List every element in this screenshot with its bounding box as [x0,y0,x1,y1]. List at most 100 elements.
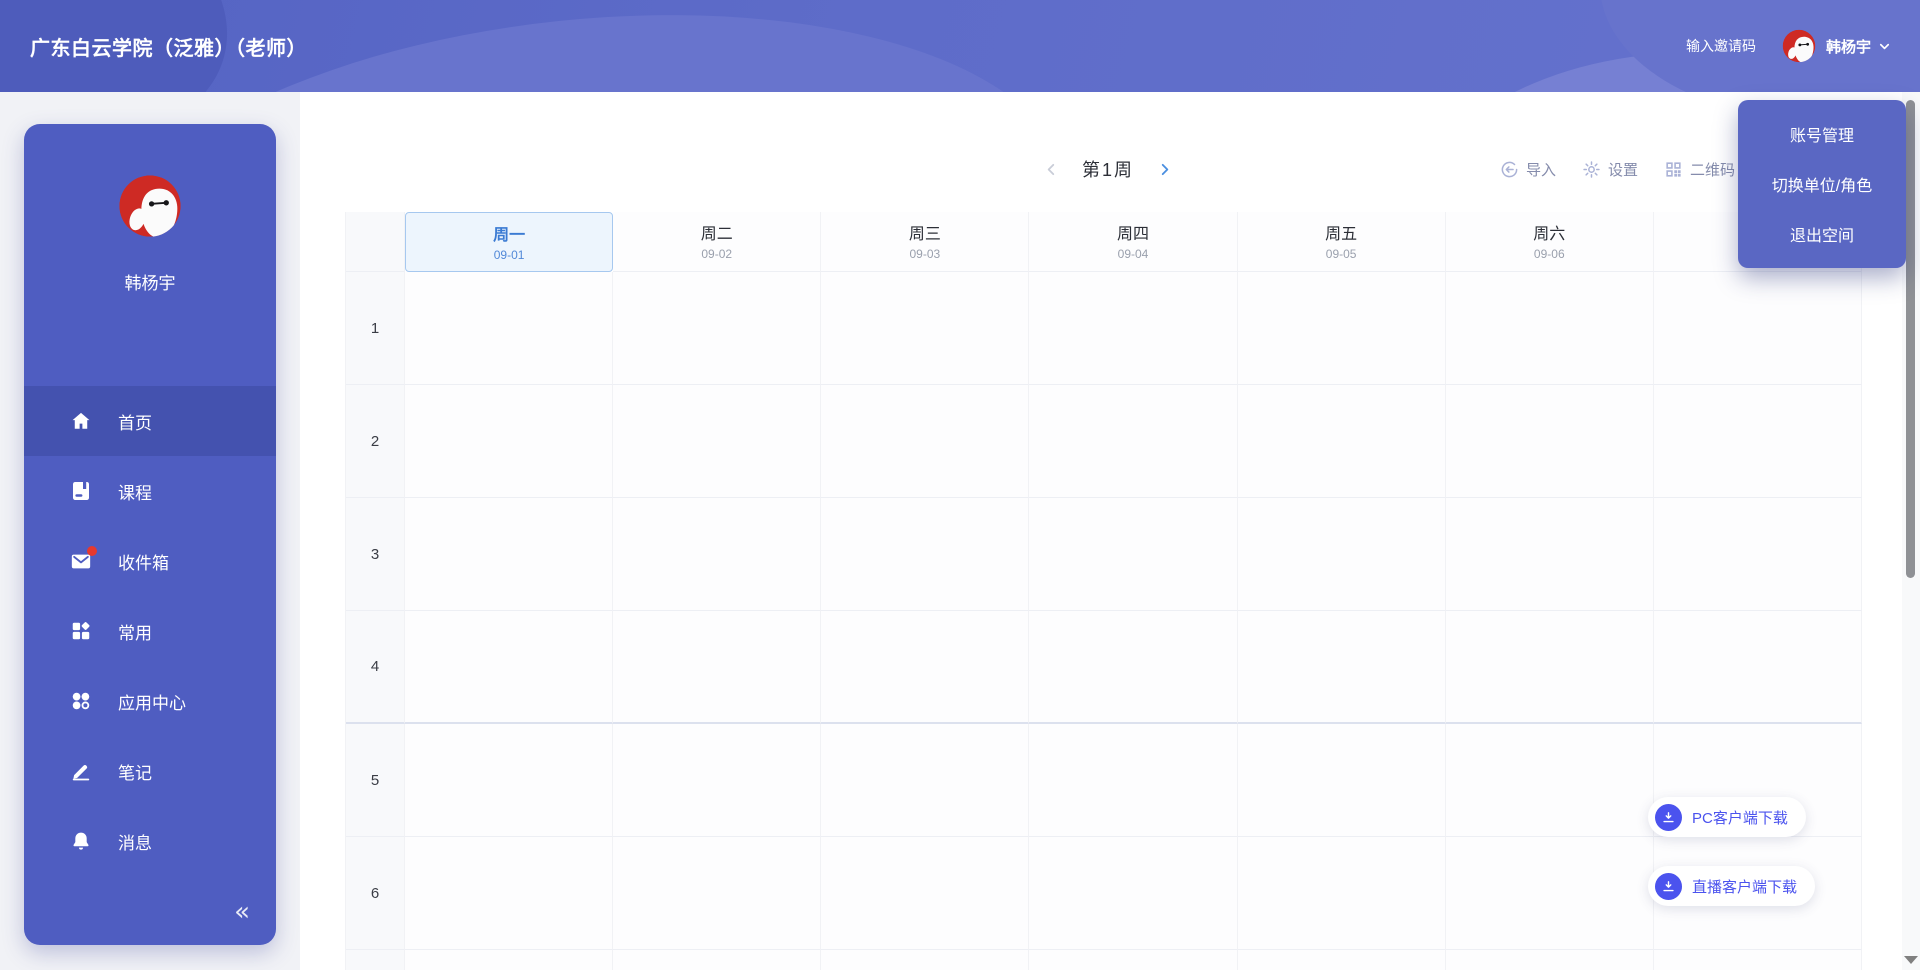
schedule-cell[interactable] [613,950,822,970]
qrcode-button[interactable]: 二维码 [1664,159,1735,180]
schedule-cell[interactable] [1445,498,1654,611]
schedule-cell[interactable] [1653,611,1862,724]
schedule-cell[interactable] [1029,498,1238,611]
schedule-cell[interactable] [1445,385,1654,498]
user-dropdown-menu: 账号管理 切换单位/角色 退出空间 [1738,100,1906,268]
schedule-cell[interactable] [1445,837,1654,950]
sidebar-item-inbox[interactable]: 收件箱 [24,526,276,596]
day-header-fri[interactable]: 周五 09-05 [1237,212,1446,272]
schedule-cell[interactable] [1029,385,1238,498]
period-number: 7 [346,950,405,970]
schedule-cell[interactable] [821,837,1030,950]
schedule-cell[interactable] [821,724,1030,837]
profile-avatar [118,174,182,238]
schedule-cell[interactable] [613,272,822,385]
download-icon [1655,803,1682,831]
day-header-tue[interactable]: 周二 09-02 [613,212,822,272]
day-header-wed[interactable]: 周三 09-03 [821,212,1030,272]
schedule-cell[interactable] [821,385,1030,498]
schedule-cell[interactable] [1029,272,1238,385]
schedule-cell[interactable] [1237,837,1446,950]
scrollbar-thumb[interactable] [1906,100,1915,578]
period-number: 2 [346,385,405,498]
schedule-cell[interactable] [1653,950,1862,970]
live-client-download-button[interactable]: 直播客户端下载 [1648,866,1816,906]
schedule-cell[interactable] [1029,950,1238,970]
frequent-icon [70,620,92,642]
sidebar-menu: 首页 课程 收件箱 常用 应用中心 笔记 消息 [24,386,276,876]
sidebar-item-label: 常用 [118,623,152,643]
schedule-cell[interactable] [1653,498,1862,611]
schedule-cell[interactable] [1445,611,1654,724]
sidebar-item-app-center[interactable]: 应用中心 [24,666,276,736]
notes-icon [70,760,92,782]
sidebar-collapse-button[interactable]: « [234,899,250,925]
schedule-cell[interactable] [613,724,822,837]
sidebar-item-courses[interactable]: 课程 [24,456,276,526]
invite-code-link[interactable]: 输入邀请码 [1686,36,1756,56]
sidebar-item-label: 首页 [118,413,152,433]
schedule-cell[interactable] [1445,950,1654,970]
sidebar-item-label: 应用中心 [118,693,186,713]
schedule-cell[interactable] [405,724,614,837]
settings-button[interactable]: 设置 [1582,159,1638,180]
schedule-cell[interactable] [613,837,822,950]
schedule-cell[interactable] [1029,611,1238,724]
schedule-cell[interactable] [405,950,614,970]
period-number: 1 [346,272,405,385]
schedule-cell[interactable] [821,611,1030,724]
schedule-toolbar: 导入 设置 二维码 [1500,148,1735,190]
menu-item-switch-unit-role[interactable]: 切换单位/角色 [1738,159,1906,209]
schedule-cell[interactable] [821,950,1030,970]
menu-item-account-management[interactable]: 账号管理 [1738,109,1906,159]
app-center-icon [70,690,92,712]
menu-item-exit-space[interactable]: 退出空间 [1738,209,1906,259]
username-label[interactable]: 韩杨宇 [1826,36,1871,57]
schedule-cell[interactable] [405,498,614,611]
schedule-cell[interactable] [1237,724,1446,837]
schedule-cell[interactable] [613,611,822,724]
chevron-down-icon[interactable] [1877,39,1892,54]
schedule-cell[interactable] [1237,611,1446,724]
next-week-button[interactable] [1156,161,1173,178]
schedule-cell[interactable] [1237,950,1446,970]
schedule-cell[interactable] [405,837,614,950]
schedule-cell[interactable] [1445,272,1654,385]
unread-badge [87,546,97,556]
sidebar-item-home[interactable]: 首页 [24,386,276,456]
scroll-down-arrow-icon[interactable] [1904,956,1918,964]
week-label: 第1周 [1081,160,1134,180]
period-number: 6 [346,837,405,950]
profile-card: 韩杨宇 [24,124,276,294]
sidebar-item-notes[interactable]: 笔记 [24,736,276,806]
schedule-cell[interactable] [821,498,1030,611]
import-button[interactable]: 导入 [1500,159,1556,180]
schedule-cell[interactable] [1445,724,1654,837]
day-header-mon[interactable]: 周一 09-01 [405,212,614,272]
grid-corner-cell [346,212,405,272]
sidebar-item-frequent[interactable]: 常用 [24,596,276,666]
schedule-cell[interactable] [1029,837,1238,950]
schedule-cell[interactable] [613,498,822,611]
day-header-sat[interactable]: 周六 09-06 [1445,212,1654,272]
pc-client-download-button[interactable]: PC客户端下载 [1648,797,1806,837]
period-number: 3 [346,498,405,611]
schedule-cell[interactable] [405,385,614,498]
schedule-cell[interactable] [405,611,614,724]
inbox-icon [70,546,97,572]
sidebar-item-messages[interactable]: 消息 [24,806,276,876]
schedule-cell[interactable] [1237,272,1446,385]
user-avatar[interactable] [1782,29,1816,63]
schedule-cell[interactable] [405,272,614,385]
period-number: 4 [346,611,405,724]
day-header-thu[interactable]: 周四 09-04 [1029,212,1238,272]
schedule-cell[interactable] [1237,385,1446,498]
schedule-cell[interactable] [1653,272,1862,385]
schedule-cell[interactable] [1653,385,1862,498]
prev-week-button[interactable] [1043,161,1060,178]
schedule-cell[interactable] [1029,724,1238,837]
schedule-cell[interactable] [821,272,1030,385]
schedule-cell[interactable] [1237,498,1446,611]
sidebar-item-label: 笔记 [118,763,152,783]
schedule-cell[interactable] [613,385,822,498]
